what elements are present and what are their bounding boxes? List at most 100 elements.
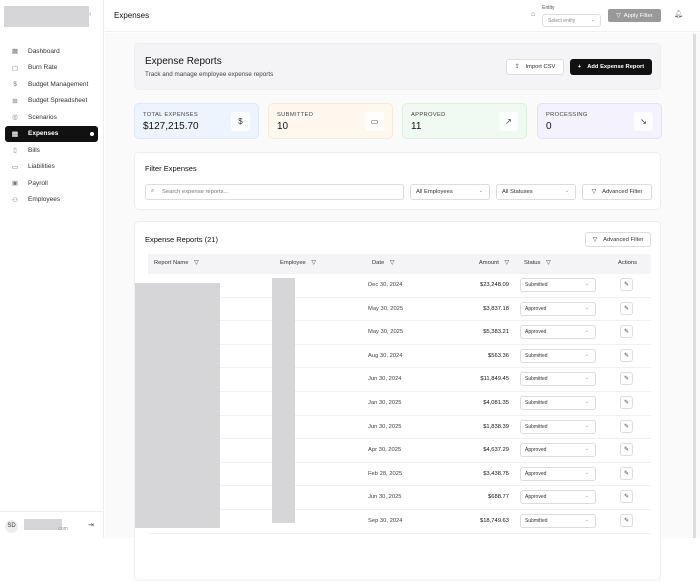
filter-icon: ▽ [592, 189, 596, 195]
hero-title: Expense Reports [145, 56, 222, 67]
edit-button[interactable]: ✎ [620, 396, 633, 409]
search-input[interactable]: ⌕Search expense reports... [145, 184, 404, 200]
bell-icon[interactable]: 🔔︎ [674, 10, 683, 18]
add-expense-report-button[interactable]: +Add Expense Report [570, 59, 652, 75]
edit-button[interactable]: ✎ [620, 514, 633, 527]
status-value: Approved [525, 447, 546, 453]
edit-button[interactable]: ✎ [620, 372, 633, 385]
active-indicator [90, 132, 94, 136]
status-select[interactable]: Submitted⌄ [520, 349, 596, 363]
sidebar: ‹ ▦Dashboard▢Burn Rate$Budget Management… [0, 0, 104, 538]
column-header[interactable]: Date ▽ [372, 260, 394, 266]
column-header[interactable]: Actions [618, 260, 637, 266]
chevron-down-icon: ⌄ [591, 17, 595, 23]
pencil-icon: ✎ [624, 447, 629, 453]
collapse-sidebar-icon[interactable]: ‹ [89, 11, 91, 18]
sidebar-item-payroll[interactable]: ▣Payroll [5, 175, 98, 192]
status-select[interactable]: Submitted⌄ [520, 372, 596, 386]
sidebar-item-label: Budget Management [28, 81, 88, 88]
table-row: Jun 30, 2025$1,838.39Submitted⌄✎ [148, 416, 651, 440]
filter-icon[interactable]: ▽ [194, 260, 198, 266]
chevron-down-icon: ⌄ [585, 281, 589, 287]
main-content: Expense Reports Track and manage employe… [105, 33, 700, 538]
pencil-icon: ✎ [624, 353, 629, 359]
table-row: Jun 30, 2024$11,849.45Submitted⌄✎ [148, 368, 651, 392]
entity-select[interactable]: Select entity⌄ [542, 14, 601, 27]
sidebar-nav: ▦Dashboard▢Burn Rate$Budget Management⊞B… [5, 43, 98, 208]
edit-button[interactable]: ✎ [620, 302, 633, 315]
row-date: Sep 30, 2024 [368, 518, 403, 524]
status-select[interactable]: Approved ⌄ [520, 325, 596, 339]
edit-button[interactable]: ✎ [620, 278, 633, 291]
table-title: Expense Reports (21) [145, 235, 218, 244]
building-icon: ⌂ [531, 11, 535, 18]
edit-button[interactable]: ✎ [620, 420, 633, 433]
filter-icon[interactable]: ▽ [505, 260, 509, 266]
advanced-filter-button[interactable]: ▽Advanced Filter [582, 184, 652, 200]
sidebar-item-liabilities[interactable]: ▭Liabilities [5, 159, 98, 176]
table-row: Aug 30, 2024$563.36Submitted⌄✎ [148, 345, 651, 369]
filter-icon[interactable]: ▽ [311, 260, 315, 266]
column-header[interactable]: Employee ▽ [280, 260, 316, 266]
filter-icon[interactable]: ▽ [390, 260, 394, 266]
sidebar-item-dashboard[interactable]: ▦Dashboard [5, 43, 98, 60]
status-select[interactable]: Approved⌄ [520, 302, 596, 316]
chevron-down-icon: ⌄ [585, 328, 589, 334]
apply-filter-button[interactable]: ▽Apply Filter [608, 9, 661, 22]
row-amount: $688.77 [488, 494, 509, 500]
column-header[interactable]: Report Name ▽ [154, 260, 199, 266]
logout-icon[interactable]: ⇥ [88, 521, 94, 529]
header: Expenses ⌂ Entity Select entity⌄ ▽Apply … [105, 0, 700, 32]
row-amount: $4,081.35 [483, 400, 509, 406]
employee-select[interactable]: All Employees⌄ [410, 184, 490, 200]
edit-button[interactable]: ✎ [620, 443, 633, 456]
status-select[interactable]: Submitted⌄ [520, 278, 596, 292]
pencil-icon: ✎ [624, 376, 629, 382]
status-select[interactable]: Submitted⌄ [520, 396, 596, 410]
status-select[interactable]: Approved⌄ [520, 490, 596, 504]
stat-label: SUBMITTED [277, 112, 313, 118]
pencil-icon: ✎ [624, 471, 629, 477]
pencil-icon: ✎ [624, 400, 629, 406]
status-value: Approved [525, 329, 546, 335]
edit-button[interactable]: ✎ [620, 467, 633, 480]
pencil-icon: ✎ [624, 282, 629, 288]
sidebar-item-bills[interactable]: ▯Bills [5, 142, 98, 159]
status-select[interactable]: Submitted⌄ [520, 420, 596, 434]
filter-icon[interactable]: ▽ [546, 260, 550, 266]
add-report-label: Add Expense Report [587, 64, 644, 70]
stat-card-total-expenses: TOTAL EXPENSES$127,215.70$ [134, 103, 259, 139]
edit-button[interactable]: ✎ [620, 490, 633, 503]
table-advanced-filter-button[interactable]: ▽Advanced Filter [585, 232, 651, 247]
stat-value: 10 [277, 121, 288, 132]
import-csv-button[interactable]: ⇪Import CSV [506, 59, 564, 75]
sidebar-item-scenarios[interactable]: ◎Scenarios [5, 109, 98, 126]
edit-button[interactable]: ✎ [620, 325, 633, 338]
stat-value: 11 [411, 121, 421, 132]
sidebar-item-employees[interactable]: ⚇Employees [5, 192, 98, 209]
sidebar-item-expenses[interactable]: ▤Expenses [5, 126, 98, 143]
status-select[interactable]: Approved⌄ [520, 467, 596, 481]
column-header[interactable]: Status ▽ [524, 260, 551, 266]
status-select[interactable]: Approved⌄ [520, 443, 596, 457]
column-header[interactable]: Amount ▽ [479, 260, 509, 266]
stat-icon: ↗ [499, 112, 518, 131]
status-select[interactable]: All Statuses⌄ [496, 184, 576, 200]
chevron-down-icon: ⌄ [585, 470, 589, 476]
edit-button[interactable]: ✎ [620, 349, 633, 362]
chevron-down-icon: ⌄ [585, 305, 589, 311]
sidebar-item-budget-management[interactable]: $Budget Management [5, 76, 98, 93]
sidebar-item-budget-spreadsheet[interactable]: ⊞Budget Spreadsheet [5, 93, 98, 110]
sidebar-item-burn-rate[interactable]: ▢Burn Rate [5, 60, 98, 77]
row-date: Jun 30, 2024 [368, 376, 402, 382]
chevron-down-icon: ⌄ [585, 423, 589, 429]
employees-redacted [272, 278, 295, 523]
status-select[interactable]: Submitted⌄ [520, 514, 596, 528]
scrollbar[interactable] [693, 34, 696, 538]
file-icon: ▯ [11, 146, 19, 154]
row-amount: $23,248.09 [480, 282, 509, 288]
sidebar-item-label: Budget Spreadsheet [28, 97, 87, 104]
filter-title: Filter Expenses [145, 164, 197, 173]
table-row: Sep 30, 2024$18,749.63Submitted⌄✎ [148, 510, 651, 534]
filter-icon: ▽ [616, 13, 620, 19]
